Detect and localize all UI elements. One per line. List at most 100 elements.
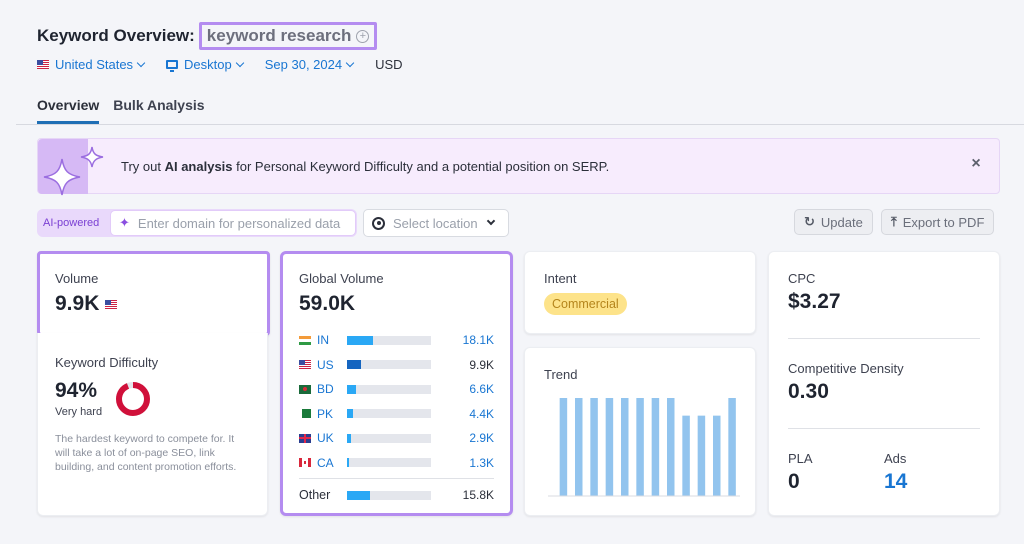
country-row[interactable]: CA 1.3K xyxy=(299,451,494,476)
kd-donut-arc xyxy=(116,382,151,416)
country-row[interactable]: US 9.9K xyxy=(299,353,494,378)
trend-bar[interactable] xyxy=(728,398,736,496)
country-divider xyxy=(299,478,494,479)
location-pin-icon xyxy=(372,216,385,230)
trend-bar[interactable] xyxy=(559,398,568,496)
chevron-down-icon xyxy=(486,216,495,226)
keyword-highlight[interactable]: keyword research + xyxy=(198,22,378,50)
ai-powered-label: AI-powered xyxy=(43,217,100,229)
location-select[interactable]: Select location xyxy=(363,209,509,237)
trend-bar[interactable] xyxy=(713,415,721,496)
device-label: Desktop xyxy=(184,57,232,72)
country-bar-fill xyxy=(347,409,354,419)
country-code[interactable]: UK xyxy=(317,431,347,445)
country-value[interactable]: 4.4K xyxy=(469,407,494,421)
chevron-down-icon xyxy=(345,58,355,67)
kd-label: Keyword Difficulty xyxy=(55,355,159,370)
density-value: 0.30 xyxy=(788,380,829,403)
country-row[interactable]: UK 2.9K xyxy=(299,426,494,451)
country-code[interactable]: CA xyxy=(317,456,347,470)
trend-chart xyxy=(548,398,740,497)
trend-bar[interactable] xyxy=(636,398,644,496)
cpc-label: CPC xyxy=(788,271,816,286)
trend-bar[interactable] xyxy=(590,398,598,496)
country-bar-fill xyxy=(347,335,373,345)
us-flag-icon xyxy=(37,60,49,69)
country-bar-fill xyxy=(347,458,349,468)
domain-input[interactable]: ✦ Enter domain for personalized data xyxy=(110,210,356,236)
country-value[interactable]: 18.1K xyxy=(463,333,494,347)
tab-bar: Overview Bulk Analysis xyxy=(37,97,219,124)
trend-bar[interactable] xyxy=(621,398,629,496)
country-value[interactable]: 2.9K xyxy=(469,431,494,445)
intent-label: Intent xyxy=(544,271,577,286)
location-placeholder: Select location xyxy=(393,215,478,231)
plus-circle-icon[interactable]: + xyxy=(356,29,370,43)
country-value[interactable]: 1.3K xyxy=(469,456,494,470)
keyword-difficulty-card: Keyword Difficulty 94% Very hard The har… xyxy=(37,333,268,516)
chevron-down-icon xyxy=(136,58,146,67)
ads-label: Ads xyxy=(884,451,907,466)
country-code[interactable]: PK xyxy=(317,407,347,421)
kd-level: Very hard xyxy=(55,406,103,418)
country-bar-fill xyxy=(347,433,352,443)
keyword-text: keyword research xyxy=(206,26,352,45)
country-bar-track xyxy=(347,458,431,468)
upload-icon: ⤒ xyxy=(891,214,897,229)
in-flag-icon xyxy=(299,335,311,345)
country-code[interactable]: IN xyxy=(317,333,347,347)
trend-bar[interactable] xyxy=(682,415,690,496)
update-button[interactable]: ↻ Update xyxy=(794,209,873,235)
country-bar-track xyxy=(347,409,431,419)
sparkle-icon xyxy=(38,139,104,196)
pla-label: PLA xyxy=(788,451,813,466)
country-code[interactable]: US xyxy=(317,358,347,372)
trend-bar[interactable] xyxy=(651,398,660,496)
trend-bar[interactable] xyxy=(697,415,706,496)
trend-bar[interactable] xyxy=(667,398,675,496)
trend-bar[interactable] xyxy=(605,398,614,496)
trend-bar[interactable] xyxy=(575,398,583,496)
tab-bulk-analysis[interactable]: Bulk Analysis xyxy=(113,97,204,124)
desktop-icon xyxy=(166,60,179,72)
cpc-card: CPC $3.27 Competitive Density 0.30 PLA 0… xyxy=(768,251,1000,516)
ai-domain-group: AI-powered ✦ Enter domain for personaliz… xyxy=(37,209,357,237)
other-bar-track xyxy=(347,490,431,500)
tab-overview[interactable]: Overview xyxy=(37,97,100,124)
country-value[interactable]: 6.6K xyxy=(469,382,494,396)
global-volume-value: 59.0K xyxy=(299,292,356,315)
intent-badge: Commercial xyxy=(544,293,627,315)
chevron-down-icon xyxy=(235,58,244,67)
country-bar-track xyxy=(347,433,431,443)
date-dropdown[interactable]: Sep 30, 2024 xyxy=(265,57,355,72)
banner-message: Try out AI analysis for Personal Keyword… xyxy=(121,158,610,174)
cpc-value: $3.27 xyxy=(788,290,841,313)
country-row[interactable]: PK 4.4K xyxy=(299,402,494,427)
kd-description: The hardest keyword to compete for. It w… xyxy=(55,433,237,473)
country-row[interactable]: IN 18.1K xyxy=(299,328,494,353)
country-code[interactable]: BD xyxy=(317,382,347,396)
volume-card: Volume 9.9K xyxy=(37,251,270,336)
trend-card: Trend xyxy=(524,347,756,516)
page-header: Keyword Overview: keyword research + Uni… xyxy=(37,22,403,72)
device-dropdown[interactable]: Desktop xyxy=(166,57,244,72)
country-bar-fill xyxy=(347,360,362,370)
other-bar-fill xyxy=(347,490,370,500)
ca-flag-icon xyxy=(299,458,311,468)
page-title: Keyword Overview: xyxy=(37,26,195,45)
country-list: IN 18.1K US 9.9K BD 6.6K PK 4.4K UK 2.9K CA 1.3K xyxy=(299,328,494,475)
currency-label: USD xyxy=(375,57,403,72)
volume-value: 9.9K xyxy=(55,292,100,315)
country-row[interactable]: BD 6.6K xyxy=(299,377,494,402)
close-icon[interactable]: × xyxy=(969,156,983,172)
cpc-divider xyxy=(788,338,980,339)
country-row-other: Other 15.8K xyxy=(299,488,494,503)
country-dropdown[interactable]: United States xyxy=(37,57,146,72)
us-flag-icon xyxy=(299,360,311,370)
ads-value[interactable]: 14 xyxy=(884,470,980,494)
toolbar: AI-powered ✦ Enter domain for personaliz… xyxy=(37,209,1000,237)
country-value[interactable]: 9.9K xyxy=(469,358,494,372)
refresh-icon: ↻ xyxy=(804,214,815,229)
export-pdf-button[interactable]: ⤒ Export to PDF xyxy=(881,209,995,235)
density-label: Competitive Density xyxy=(788,361,904,376)
